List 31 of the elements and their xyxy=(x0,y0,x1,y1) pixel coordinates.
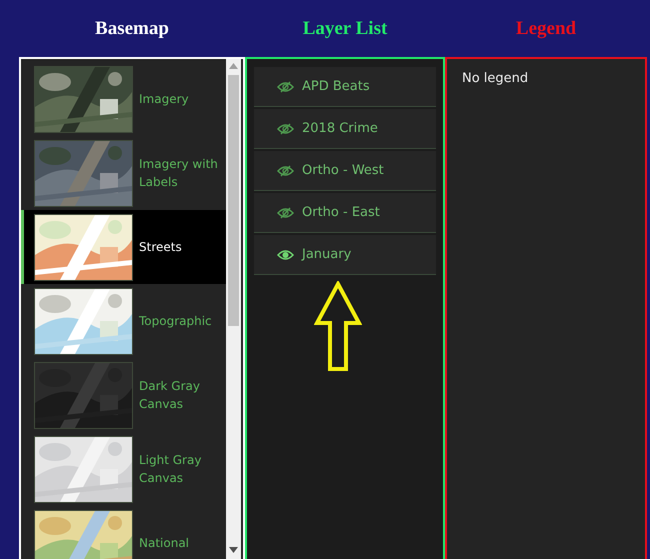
basemap-title: Imagery xyxy=(139,91,190,108)
eye-slash-icon[interactable] xyxy=(277,122,294,134)
panel-heading: Legend xyxy=(516,18,576,40)
basemap-item[interactable]: Dark Gray Canvas xyxy=(21,358,227,432)
basemap-item[interactable]: Imagery with Labels xyxy=(21,136,227,210)
basemap-title: Imagery with Labels xyxy=(139,156,219,191)
layer-item[interactable]: Ortho - East xyxy=(254,193,436,233)
basemap-title: Light Gray Canvas xyxy=(139,452,202,487)
layer-item[interactable]: APD Beats xyxy=(254,67,436,107)
basemap-title: National xyxy=(139,535,190,552)
eye-slash-icon[interactable] xyxy=(277,206,294,218)
layer-item[interactable]: 2018 Crime xyxy=(254,109,436,149)
basemap-item[interactable]: Light Gray Canvas xyxy=(21,432,227,506)
basemap-title: Topographic xyxy=(139,313,213,330)
layer-item[interactable]: January xyxy=(254,235,436,275)
basemap-item[interactable]: Imagery xyxy=(21,62,227,136)
legend-message: No legend xyxy=(462,71,528,86)
scrollbar[interactable] xyxy=(226,59,241,559)
eye-slash-icon[interactable] xyxy=(277,164,294,176)
basemap-item[interactable]: Streets xyxy=(21,210,227,284)
eye-icon[interactable] xyxy=(277,248,294,260)
scrollbar-thumb[interactable] xyxy=(228,75,239,326)
scroll-down-icon[interactable] xyxy=(229,547,238,553)
layer-item[interactable]: Ortho - West xyxy=(254,151,436,191)
panel-heading: Layer List xyxy=(302,18,388,40)
basemap-title: Streets xyxy=(139,239,183,256)
basemap-item[interactable]: Topographic xyxy=(21,284,227,358)
panel-heading: Basemap xyxy=(95,18,169,40)
basemap-title: Dark Gray Canvas xyxy=(139,378,201,413)
basemap-item[interactable]: National xyxy=(21,506,227,559)
eye-slash-icon[interactable] xyxy=(277,80,294,92)
